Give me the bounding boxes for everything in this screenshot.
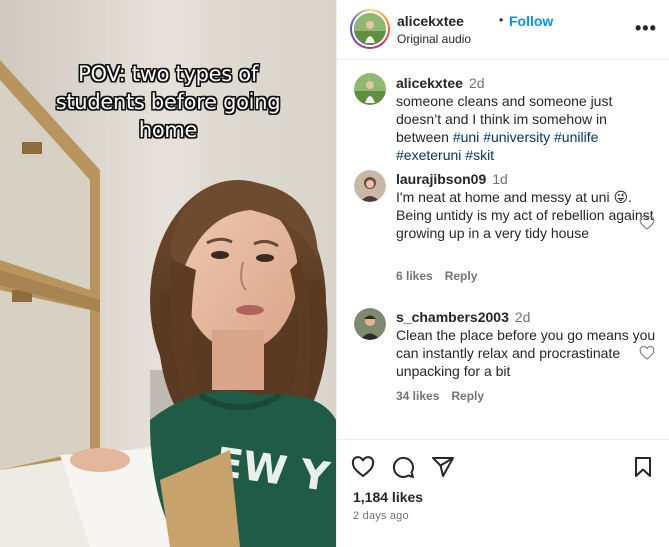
comments-list: alicekxtee 2d someone cleans and someone … — [337, 61, 669, 439]
caption-text-block: someone cleans and someone just doesn’t … — [396, 92, 660, 164]
caption-time: 2d — [468, 75, 485, 91]
audio-link[interactable]: Original audio — [397, 32, 471, 46]
overlay-line: POV: two types of — [78, 62, 258, 86]
post-header: alicekxtee • Follow Original audio ••• — [337, 0, 669, 60]
post-likes-count[interactable]: 1,184 likes — [353, 489, 423, 505]
comment-icon[interactable] — [391, 455, 415, 479]
action-bar: 1,184 likes 2 days ago — [337, 439, 669, 547]
hashtag-link[interactable]: #university — [483, 129, 550, 145]
caption-username[interactable]: alicekxtee — [396, 75, 463, 91]
comment-username[interactable]: s_chambers2003 — [396, 309, 509, 325]
comment-time: 2d — [514, 309, 531, 325]
bookmark-icon[interactable] — [631, 455, 655, 479]
emoji: 😜 — [613, 189, 629, 205]
comment-time: 1d — [492, 171, 508, 187]
commenter-avatar[interactable] — [354, 170, 386, 202]
comment-body: laurajibson09 1d I'm neat at home and mes… — [396, 170, 660, 242]
comment-meta: 6 likes Reply — [396, 269, 489, 283]
caption-avatar[interactable] — [354, 73, 386, 105]
post-timestamp: 2 days ago — [353, 510, 409, 522]
reply-button[interactable]: Reply — [451, 389, 484, 403]
hashtag-link[interactable]: #exeteruni — [396, 147, 461, 163]
post-modal: EW Y POV: two types of students before g… — [0, 0, 669, 547]
comment-text: I'm neat at home and messy at uni 😜. Bei… — [396, 188, 660, 242]
hashtag-link[interactable]: #unilife — [554, 129, 598, 145]
author-avatar[interactable] — [350, 9, 390, 49]
share-icon[interactable] — [431, 455, 455, 479]
comment-username[interactable]: laurajibson09 — [396, 171, 486, 187]
comment-heart-icon[interactable] — [639, 215, 655, 231]
comment-body: s_chambers2003 2d Clean the place before … — [396, 308, 660, 380]
overlay-line: home — [138, 118, 198, 142]
caption-body: alicekxtee 2d someone cleans and someone … — [396, 74, 660, 164]
overlay-line: students before going — [55, 90, 281, 114]
follow-button[interactable]: Follow — [509, 13, 553, 29]
comment-text: Clean the place before you go means you … — [396, 327, 656, 379]
comment-meta: 34 likes Reply — [396, 389, 496, 403]
comment-text-part: I'm neat at home and messy at uni — [396, 189, 614, 205]
heart-icon[interactable] — [351, 455, 375, 479]
video-text-overlay: POV: two types of students before going … — [20, 60, 316, 144]
post-details-panel: alicekxtee • Follow Original audio ••• a… — [336, 0, 669, 547]
reply-button[interactable]: Reply — [445, 269, 478, 283]
separator-dot: • — [499, 13, 504, 27]
comment-likes[interactable]: 6 likes — [396, 269, 433, 283]
avatar-image — [354, 73, 386, 105]
video-player[interactable]: EW Y POV: two types of students before g… — [0, 0, 336, 547]
comment-heart-icon[interactable] — [639, 345, 655, 361]
commenter-avatar[interactable] — [354, 308, 386, 340]
more-icon[interactable]: ••• — [635, 18, 657, 39]
avatar-image — [354, 308, 386, 340]
avatar-image — [354, 13, 386, 45]
author-username[interactable]: alicekxtee — [397, 13, 464, 29]
hashtag-link[interactable]: #uni — [453, 129, 479, 145]
comment-likes[interactable]: 34 likes — [396, 389, 439, 403]
hashtag-link[interactable]: #skit — [465, 147, 494, 163]
avatar-image — [354, 170, 386, 202]
